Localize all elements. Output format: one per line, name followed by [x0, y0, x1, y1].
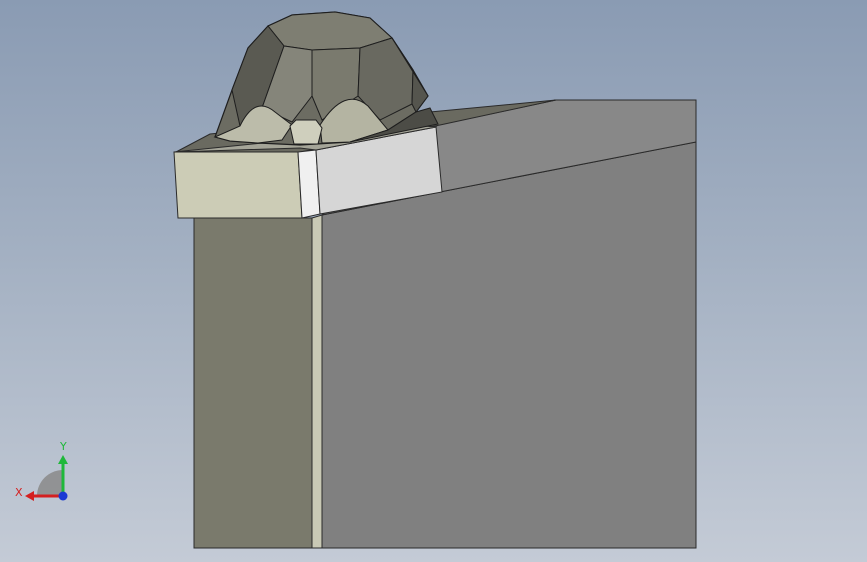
- orientation-triad[interactable]: Y X: [14, 440, 74, 510]
- dome-cap[interactable]: [213, 11, 439, 146]
- y-axis-arrowhead: [58, 455, 68, 464]
- z-axis-dot: [58, 491, 68, 501]
- x-axis-arrowhead: [25, 491, 34, 501]
- body-side-face[interactable]: [193, 217, 313, 549]
- cap-center-notch: [289, 119, 323, 145]
- body-edge-strip: [311, 214, 323, 549]
- y-axis-label: Y: [60, 440, 67, 453]
- x-axis-label: X: [15, 486, 23, 499]
- insert-front-face[interactable]: [173, 151, 303, 219]
- triad-plane-quadrant: [37, 470, 63, 496]
- graphics-viewport[interactable]: Y X: [0, 0, 867, 562]
- part-model[interactable]: [0, 0, 867, 562]
